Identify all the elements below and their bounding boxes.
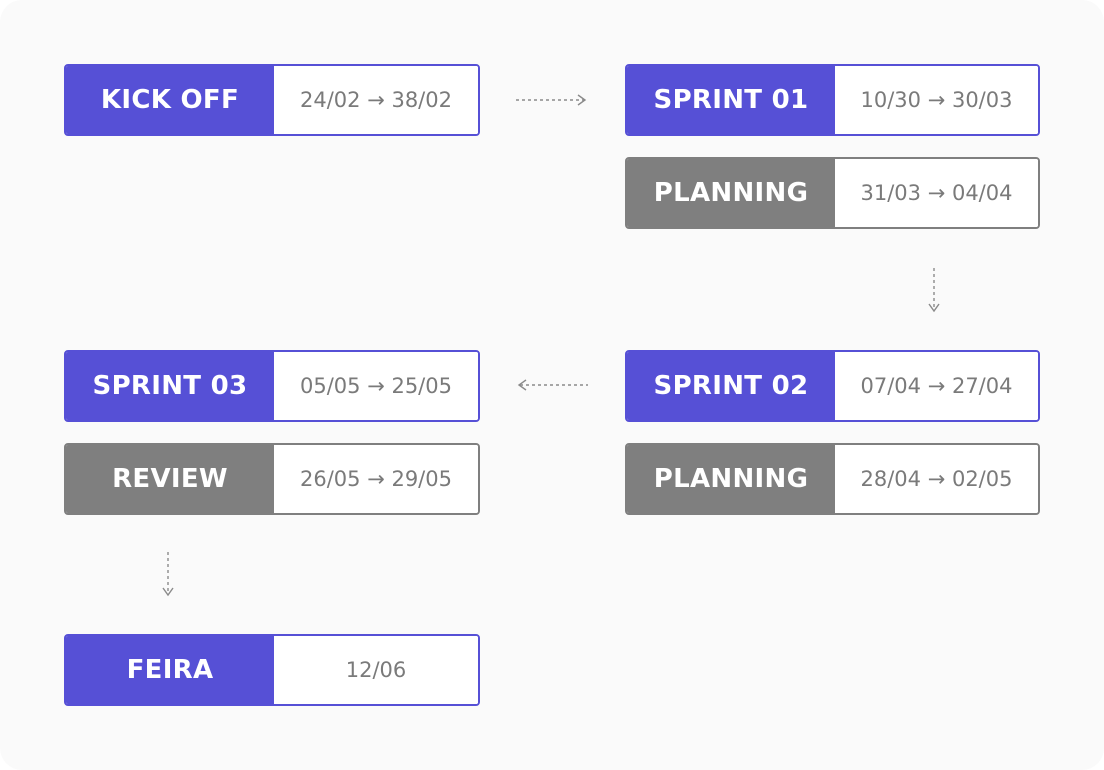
- arrow-left-icon: [517, 379, 588, 391]
- phase-label: SPRINT 01: [627, 66, 835, 134]
- phase-label: PLANNING: [627, 445, 835, 513]
- phase-dates: 07/04 → 27/04: [835, 352, 1038, 420]
- phase-kick-off: KICK OFF 24/02 → 38/02: [64, 64, 480, 136]
- timeline-panel: KICK OFF 24/02 → 38/02 SPRINT 01 10/30 →…: [0, 0, 1104, 770]
- arrow-right-icon: [516, 94, 587, 106]
- phase-dates: 05/05 → 25/05: [274, 352, 478, 420]
- phase-label: KICK OFF: [66, 66, 274, 134]
- phase-dates: 26/05 → 29/05: [274, 445, 478, 513]
- phase-label: PLANNING: [627, 159, 835, 227]
- phase-review: REVIEW 26/05 → 29/05: [64, 443, 480, 515]
- phase-dates: 24/02 → 38/02: [274, 66, 478, 134]
- phase-dates: 28/04 → 02/05: [835, 445, 1038, 513]
- phase-feira: FEIRA 12/06: [64, 634, 480, 706]
- phase-label: SPRINT 03: [66, 352, 274, 420]
- phase-label: FEIRA: [66, 636, 274, 704]
- phase-dates: 12/06: [274, 636, 478, 704]
- phase-label: REVIEW: [66, 445, 274, 513]
- arrow-down-icon: [162, 552, 174, 597]
- phase-planning-1: PLANNING 31/03 → 04/04: [625, 157, 1040, 229]
- phase-dates: 31/03 → 04/04: [835, 159, 1038, 227]
- phase-dates: 10/30 → 30/03: [835, 66, 1038, 134]
- arrow-down-icon: [928, 268, 940, 313]
- phase-sprint-03: SPRINT 03 05/05 → 25/05: [64, 350, 480, 422]
- phase-label: SPRINT 02: [627, 352, 835, 420]
- phase-planning-2: PLANNING 28/04 → 02/05: [625, 443, 1040, 515]
- phase-sprint-02: SPRINT 02 07/04 → 27/04: [625, 350, 1040, 422]
- phase-sprint-01: SPRINT 01 10/30 → 30/03: [625, 64, 1040, 136]
